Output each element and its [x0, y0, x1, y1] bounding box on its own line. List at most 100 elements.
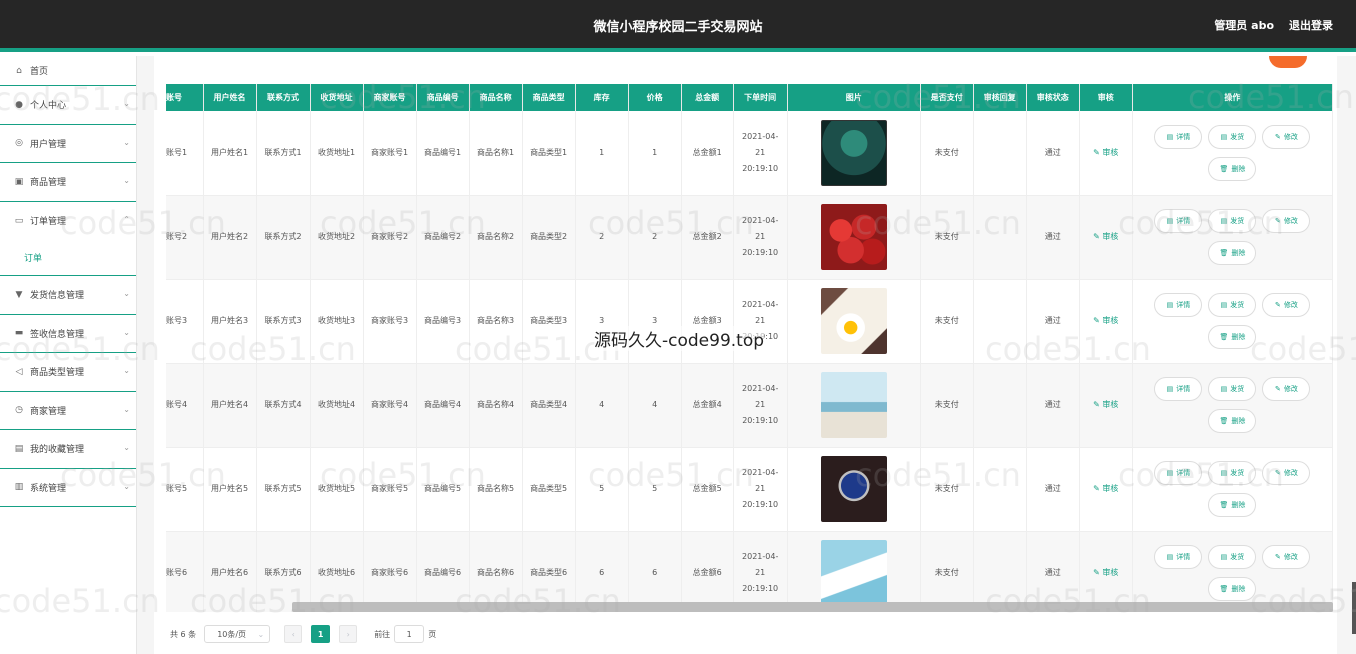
cell-image: [787, 195, 921, 280]
delete-button[interactable]: 🗑 删除: [1208, 156, 1257, 181]
cell-merchant: 商家账号5: [363, 447, 417, 532]
bento-image[interactable]: [820, 288, 887, 354]
sneaker-image[interactable]: [820, 540, 887, 606]
edit-icon: ✎: [1274, 217, 1281, 225]
page-size-select[interactable]: 10条/页 ⌄: [204, 625, 271, 643]
prev-page-button[interactable]: ‹: [284, 625, 303, 643]
trash-icon: 🗑: [1219, 501, 1229, 509]
cell-reply: [973, 279, 1027, 364]
cell-image: [787, 279, 921, 364]
sidebar-item-label: 发货信息管理: [30, 291, 85, 302]
edit-button[interactable]: ✎ 修改: [1262, 293, 1311, 317]
edit-button[interactable]: ✎ 修改: [1262, 461, 1311, 485]
cell-time: 2021-04-21 20:19:10: [733, 111, 788, 196]
page-size-value: 10条/页: [217, 629, 247, 639]
sidebar-subitem-order[interactable]: 订单: [0, 240, 136, 276]
document-icon: ▤: [1166, 553, 1174, 561]
trash-icon: 🗑: [1219, 585, 1229, 593]
sidebar-item-goods[interactable]: ▣ 商品管理 ⌄: [0, 163, 136, 202]
sidebar-item-favorites[interactable]: ▤ 我的收藏管理 ⌄: [0, 430, 136, 469]
detail-label: 详情: [1176, 553, 1191, 561]
cell-actions: ▤ 详情 ▤ 发货 ✎ 修改 🗑 删除: [1132, 279, 1333, 364]
delete-button[interactable]: 🗑 删除: [1208, 409, 1257, 433]
dress-image[interactable]: [820, 372, 887, 438]
detail-button[interactable]: ▤ 详情: [1154, 545, 1203, 569]
delete-button[interactable]: 🗑 删除: [1208, 577, 1257, 601]
add-button[interactable]: [1269, 56, 1307, 68]
table-row: 账号5 用户姓名5 联系方式5 收货地址5 商家账号5 商品编号5 商品名称5 …: [166, 447, 1333, 532]
cell-reply: [973, 111, 1027, 196]
cell-username: 用户姓名5: [203, 447, 257, 532]
ship-button[interactable]: ▤ 发货: [1208, 293, 1257, 317]
cell-total: 总金额4: [681, 363, 734, 448]
cell-account: 账号2: [166, 195, 204, 280]
document-icon: ▤: [1220, 385, 1228, 393]
sidebar-item-category[interactable]: ◁ 商品类型管理 ⌄: [0, 353, 136, 392]
edit-button[interactable]: ✎ 修改: [1262, 124, 1311, 149]
delete-button[interactable]: 🗑 删除: [1208, 493, 1257, 517]
table-row: 账号1 用户姓名1 联系方式1 收货地址1 商家账号1 商品编号1 商品名称1 …: [166, 111, 1333, 196]
trash-icon: 🗑: [1219, 417, 1229, 425]
ship-button[interactable]: ▤ 发货: [1208, 461, 1257, 485]
col-time: 下单时间: [733, 84, 788, 111]
sidebar-item-personal[interactable]: ● 个人中心 ⌄: [0, 86, 136, 125]
edit-button[interactable]: ✎ 修改: [1262, 545, 1311, 569]
phone-image[interactable]: [820, 119, 887, 186]
cell-image: [787, 531, 921, 612]
cell-actions: ▤ 详情 ▤ 发货 ✎ 修改 🗑 删除: [1132, 531, 1333, 612]
detail-button[interactable]: ▤ 详情: [1154, 293, 1203, 317]
cell-paid: 未支付: [920, 363, 974, 448]
ship-button[interactable]: ▤ 发货: [1208, 209, 1257, 233]
sidebar-item-users[interactable]: ◎ 用户管理 ⌄: [0, 125, 136, 163]
delete-button[interactable]: 🗑 删除: [1208, 325, 1257, 349]
next-page-button[interactable]: ›: [339, 625, 358, 643]
col-contact: 联系方式: [256, 84, 311, 111]
sidebar-item-orders[interactable]: ▭ 订单管理 ⌃: [0, 202, 136, 241]
edit-button[interactable]: ✎ 修改: [1262, 377, 1311, 401]
page-number-current[interactable]: 1: [311, 625, 331, 643]
cell-time: 2021-04-21 20:19:10: [733, 531, 788, 612]
ship-button[interactable]: ▤ 发货: [1208, 377, 1257, 401]
sidebar-item-home[interactable]: ⌂ 首页: [0, 56, 136, 86]
audit-link[interactable]: ✎ 审核: [1093, 484, 1118, 493]
sidebar-item-receipt[interactable]: ▬ 签收信息管理 ⌄: [0, 315, 136, 353]
detail-button[interactable]: ▤ 详情: [1154, 461, 1203, 485]
audit-link[interactable]: ✎ 审核: [1093, 232, 1118, 241]
cell-contact: 联系方式6: [256, 531, 311, 612]
detail-button[interactable]: ▤ 详情: [1154, 124, 1203, 149]
site-title: 微信小程序校园二手交易网站: [593, 20, 763, 35]
audit-link[interactable]: ✎ 审核: [1093, 148, 1118, 157]
audit-link[interactable]: ✎ 审核: [1093, 400, 1118, 409]
delete-button[interactable]: 🗑 删除: [1208, 241, 1257, 265]
vertical-scrollbar[interactable]: [1352, 582, 1356, 634]
logout-link[interactable]: 退出登录: [1289, 17, 1333, 33]
table-row: 账号2 用户姓名2 联系方式2 收货地址2 商家账号2 商品编号2 商品名称2 …: [166, 195, 1333, 280]
ship-button[interactable]: ▤ 发货: [1208, 545, 1257, 569]
ship-label: 发货: [1230, 385, 1245, 393]
watch-image[interactable]: [820, 456, 887, 522]
home-icon: ⌂: [16, 65, 22, 76]
sidebar-item-shipping[interactable]: ▼ 发货信息管理 ⌄: [0, 276, 136, 315]
cherries-image[interactable]: [820, 204, 887, 270]
sidebar-item-system[interactable]: ▥ 系统管理 ⌄: [0, 469, 136, 507]
cell-audit: ✎ 审核: [1079, 447, 1133, 532]
cell-account: 账号4: [166, 363, 204, 448]
edit-button[interactable]: ✎ 修改: [1262, 209, 1311, 233]
ship-button[interactable]: ▤ 发货: [1208, 124, 1257, 149]
cell-audit: ✎ 审核: [1079, 531, 1133, 612]
horizontal-scrollbar[interactable]: [292, 602, 1333, 612]
audit-link[interactable]: ✎ 审核: [1093, 316, 1118, 325]
document-icon: ▤: [1220, 553, 1228, 561]
detail-button[interactable]: ▤ 详情: [1154, 209, 1203, 233]
cell-audit: ✎ 审核: [1079, 363, 1133, 448]
edit-label: 修改: [1283, 132, 1298, 141]
goto-page-input[interactable]: 1: [394, 625, 425, 643]
audit-link[interactable]: ✎ 审核: [1093, 568, 1118, 577]
sidebar-item-merchant[interactable]: ◷ 商家管理 ⌄: [0, 392, 136, 430]
trash-icon: 🗑: [1219, 249, 1229, 257]
users-icon: ◎: [15, 138, 23, 149]
trash-icon: 🗑: [1219, 164, 1229, 173]
edit-icon: ✎: [1274, 301, 1281, 309]
cell-merchant: 商家账号3: [363, 279, 417, 364]
detail-button[interactable]: ▤ 详情: [1154, 377, 1203, 401]
